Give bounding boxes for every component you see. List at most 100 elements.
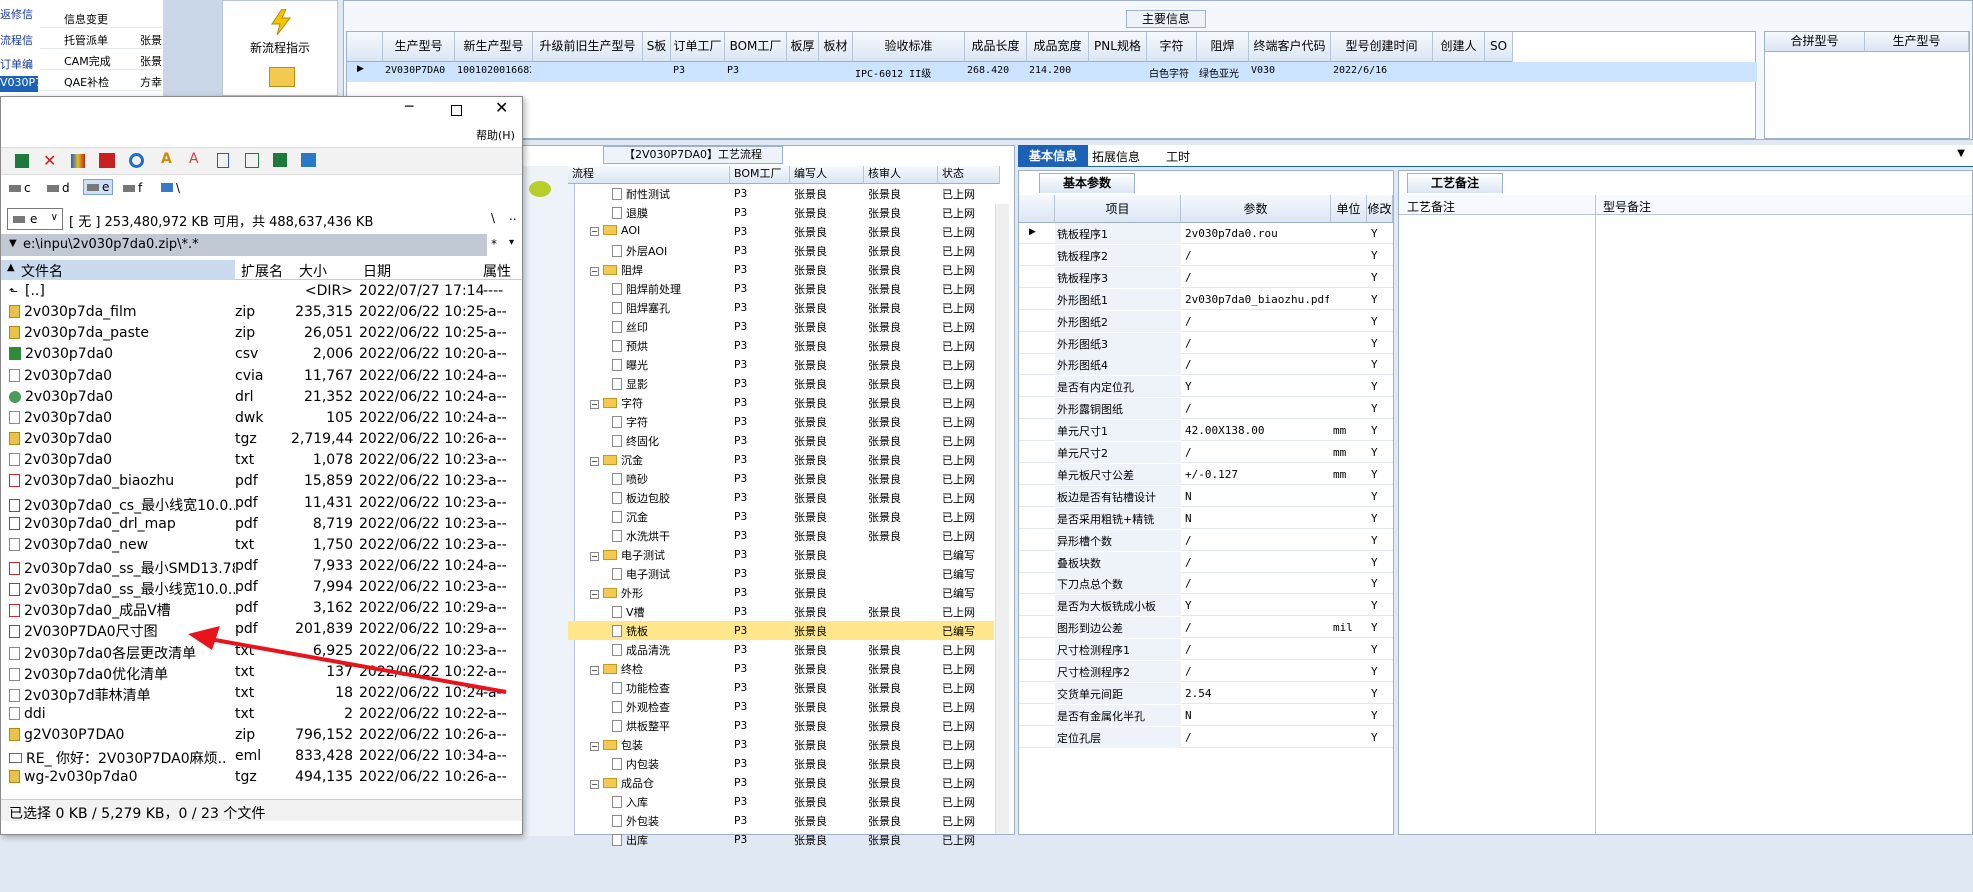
image-icon[interactable] [301,153,316,167]
header-attr[interactable]: 属性 [483,261,511,281]
file-row[interactable]: RE_ 你好：2V030P7DA0麻烦.. eml 833,428 2022/0… [1,747,522,767]
collapse-icon[interactable]: − [590,780,599,789]
process-row[interactable]: 耐性测试 P3 张景良 张景良 已上网 [568,184,994,203]
drive-c[interactable]: c [9,181,31,195]
file-row[interactable]: 2v030p7da0_new txt 1,750 2022/06/22 10:2… [1,536,522,556]
process-row[interactable]: − 成品仓 P3 张景良 张景良 已上网 [568,773,994,792]
left-strip-row[interactable]: 信息变更 [40,8,162,28]
left-strip-row[interactable]: CAM完成 张景 [40,50,162,70]
process-row[interactable]: 字符 P3 张景良 张景良 已上网 [568,412,994,431]
top-col-header[interactable]: 新生产型号 [455,32,533,62]
top-col-header[interactable]: PNL规格 [1089,32,1147,62]
drive-select[interactable]: e ∨ [7,208,63,230]
process-col-header[interactable]: 编写人 [790,166,864,184]
tab-work-hours[interactable]: 工时 [1166,148,1190,165]
params-col-header[interactable]: 参数 [1181,195,1331,223]
process-row[interactable]: − 字符 P3 张景良 张景良 已上网 [568,393,994,412]
top-col-header[interactable]: BOM工厂 [725,32,787,62]
process-scrollbar[interactable] [995,204,1009,834]
tab-basic-info[interactable]: 基本信息 [1018,145,1088,167]
left-strip-label[interactable]: 流程信 [0,32,38,48]
params-col-header[interactable]: 修改 [1367,195,1393,223]
param-row[interactable]: 外形图纸4 / Y [1019,354,1393,376]
help-menu[interactable]: 帮助(H) [476,127,515,143]
param-row[interactable]: 图形到边公差 / mil Y [1019,617,1393,639]
param-row[interactable]: 单元尺寸1 42.00X138.00 mm Y [1019,420,1393,442]
process-row[interactable]: V槽 P3 张景良 张景良 已上网 [568,602,994,621]
parent-button[interactable]: .. [509,209,517,223]
file-row[interactable]: 2v030p7da0_cs_最小线宽10.0.. pdf 11,431 2022… [1,494,522,514]
param-row[interactable]: 是否有内定位孔 Y Y [1019,376,1393,398]
header-size[interactable]: 大小 [299,261,327,281]
param-row[interactable]: 叠板块数 / Y [1019,551,1393,573]
file-row[interactable]: wg-2v030p7da0 tgz 494,135 2022/06/22 10:… [1,768,522,788]
process-row[interactable]: 板边包胶 P3 张景良 张景良 已上网 [568,488,994,507]
top-col-header[interactable]: 终端客户代码 [1249,32,1331,62]
param-row[interactable]: 铣板程序3 / Y [1019,266,1393,288]
params-col-header[interactable]: 项目 [1055,195,1181,223]
collapse-icon[interactable]: − [590,742,599,751]
minimize-button[interactable]: ─ [405,99,413,115]
param-row[interactable]: 尺寸检测程序1 / Y [1019,639,1393,661]
font-icon[interactable]: A [161,151,172,167]
file-row[interactable]: 2v030p7da0_drl_map pdf 8,719 2022/06/22 … [1,515,522,535]
file-row[interactable]: g2V030P7DA0 zip 796,152 2022/06/22 10:26… [1,726,522,746]
root-button[interactable]: \ [491,211,495,225]
top-col-header[interactable]: 型号创建时间 [1331,32,1433,62]
param-row[interactable]: 铣板程序2 / Y [1019,244,1393,266]
param-row[interactable]: 单元尺寸2 / mm Y [1019,442,1393,463]
process-row[interactable]: 内包装 P3 张景良 张景良 已上网 [568,754,994,773]
process-row[interactable]: 铣板 P3 张景良 已编写 [568,621,994,640]
param-row[interactable]: 外形图纸2 / Y [1019,310,1393,332]
param-row[interactable]: ▶ 铣板程序1 2v030p7da0.rou Y [1019,223,1393,244]
file-row[interactable]: 2v030p7da0_biaozhu pdf 15,859 2022/06/22… [1,472,522,492]
drive-network[interactable]: \ [161,181,180,195]
file-row[interactable]: 2v030p7da0 drl 21,352 2022/06/22 10:24 -… [1,388,522,408]
left-strip-row[interactable]: 托管派单 张景 [40,29,162,49]
process-row[interactable]: 退膜 P3 张景良 张景良 已上网 [568,203,994,222]
col-model-notes[interactable]: 型号备注 [1603,198,1651,215]
top-col-header[interactable]: SO [1485,32,1513,62]
filter-dropdown[interactable]: ▾ [509,237,514,248]
network-icon[interactable] [15,154,29,168]
process-row[interactable]: − 阻焊 P3 张景良 张景良 已上网 [568,260,994,279]
param-row[interactable]: 尺寸检测程序2 / Y [1019,661,1393,682]
file-row[interactable]: 2v030p7da_paste zip 26,051 2022/06/22 10… [1,324,522,344]
collapse-icon[interactable]: − [590,552,599,561]
process-col-header[interactable]: 流程 [568,166,730,184]
left-strip-row[interactable]: QAE补检 方幸 [40,71,162,91]
delete-icon[interactable]: ✕ [43,151,56,170]
top-col-header[interactable]: 验收标准 [853,32,965,62]
param-row[interactable]: 定位孔层 / Y [1019,726,1393,748]
process-row[interactable]: − 外形 P3 张景良 已编写 [568,583,994,602]
process-row[interactable]: 电子测试 P3 张景良 已编写 [568,564,994,583]
tree-icon[interactable] [245,153,259,168]
right-col-header[interactable]: 生产型号 [1865,32,1969,52]
pdf-icon[interactable] [99,153,115,168]
file-row[interactable]: 2v030p7da0_成品V槽 pdf 3,162 2022/06/22 10:… [1,599,522,619]
collapse-icon[interactable]: − [590,267,599,276]
process-row[interactable]: 阻焊前处理 P3 张景良 张景良 已上网 [568,279,994,298]
text-icon[interactable]: A [189,151,199,167]
top-col-header[interactable]: 板材 [819,32,853,62]
file-row[interactable]: ⬑ [..] <DIR> 2022/07/27 17:14 ---- [1,282,522,302]
maximize-button[interactable] [451,105,462,116]
top-col-header[interactable]: 阻焊 [1197,32,1249,62]
process-row[interactable]: 烘板整平 P3 张景良 张景良 已上网 [568,716,994,735]
process-row[interactable]: 预烘 P3 张景良 张景良 已上网 [568,336,994,355]
process-row[interactable]: 出库 P3 张景良 张景良 已上网 [568,830,994,849]
collapse-icon[interactable]: − [590,590,599,599]
close-button[interactable]: ✕ [495,98,508,117]
file-row[interactable]: 2v030p7da0 dwk 105 2022/06/22 10:24 -a-- [1,409,522,429]
top-table-row[interactable]: ▶ 2V030P7DA0 10010200166827 P3 P3 IPC-6012 II… [347,62,1757,82]
process-row[interactable]: 丝印 P3 张景良 张景良 已上网 [568,317,994,336]
process-col-header[interactable]: BOM工厂 [730,166,790,184]
top-col-header[interactable]: 板厚 [787,32,819,62]
file-row[interactable]: 2v030p7da0 cvia 11,767 2022/06/22 10:24 … [1,367,522,387]
col-craft-notes[interactable]: 工艺备注 [1407,198,1455,215]
file-row[interactable]: 2v030p7da0 csv 2,006 2022/06/22 10:20 -a… [1,345,522,365]
param-row[interactable]: 是否有金属化半孔 N Y [1019,704,1393,726]
process-row[interactable]: − 包装 P3 张景良 张景良 已上网 [568,735,994,754]
new-flow-button[interactable]: 新流程指示 [222,0,338,96]
param-row[interactable]: 交货单元间距 2.54 Y [1019,682,1393,704]
